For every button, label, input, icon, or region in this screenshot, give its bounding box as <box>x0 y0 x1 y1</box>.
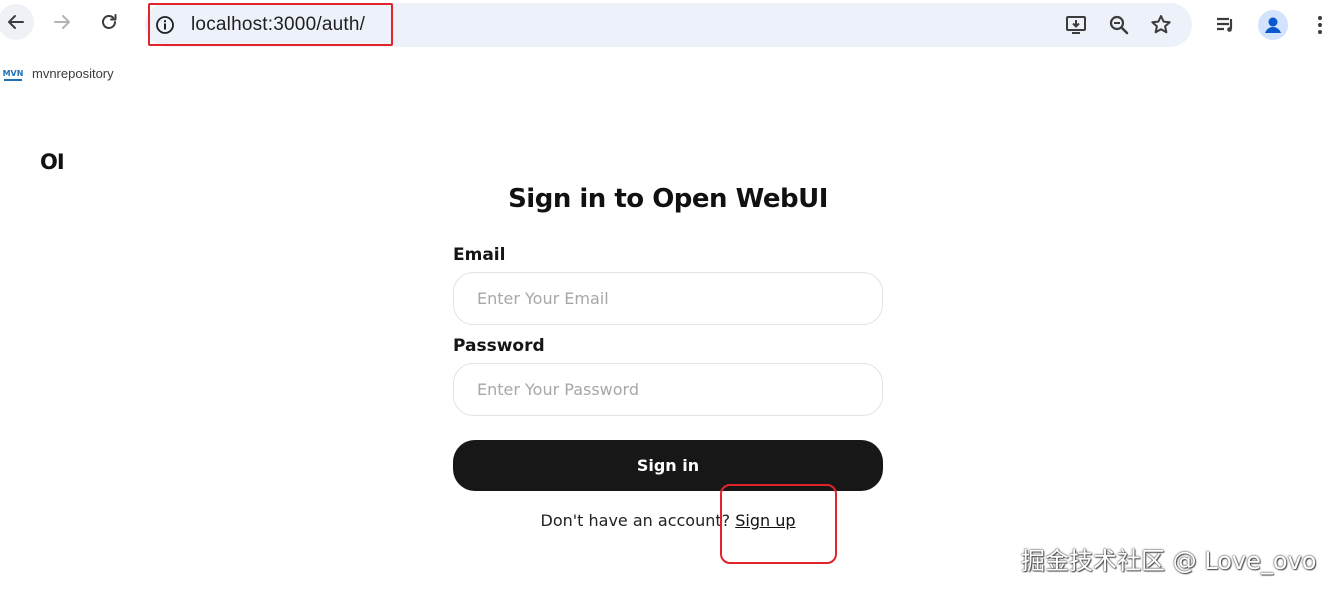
email-label: Email <box>453 245 506 265</box>
url-text[interactable]: localhost:3000/auth/ <box>191 14 365 36</box>
install-app-icon[interactable] <box>1065 13 1089 37</box>
app-logo: OI <box>40 150 65 174</box>
page-title: Sign in to Open WebUI <box>508 184 828 214</box>
back-button[interactable] <box>0 4 34 40</box>
browser-toolbar: localhost:3000/auth/ <box>0 0 1340 50</box>
reload-icon <box>102 14 117 29</box>
password-label: Password <box>453 336 545 356</box>
reload-button[interactable] <box>91 4 127 40</box>
zoom-icon[interactable] <box>1107 13 1131 37</box>
bookmark-label: mvnrepository <box>32 66 114 81</box>
forward-button[interactable] <box>44 4 80 40</box>
email-field[interactable] <box>453 272 883 325</box>
signup-prompt: Don't have an account? <box>540 511 731 530</box>
watermark: 掘金技术社区 @ Love_ovo <box>1021 547 1317 575</box>
info-icon[interactable] <box>155 15 175 35</box>
menu-icon[interactable] <box>1308 13 1332 37</box>
profile-button[interactable] <box>1258 10 1288 40</box>
svg-text:MVN: MVN <box>3 69 23 78</box>
signup-highlight-annotation <box>720 484 837 564</box>
profile-icon <box>1265 17 1281 33</box>
password-field[interactable] <box>453 363 883 416</box>
reading-list-icon[interactable] <box>1214 13 1238 37</box>
mvn-favicon-icon: MVN <box>3 65 23 83</box>
forward-icon <box>54 15 70 29</box>
back-icon <box>8 15 24 29</box>
bookmark-star-icon[interactable] <box>1149 13 1173 37</box>
